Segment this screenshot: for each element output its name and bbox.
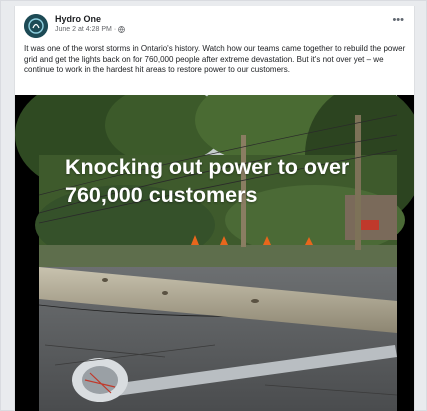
facebook-post-card: Hydro One June 2 at 4:28 PM · ••• It was…	[14, 6, 415, 411]
video-player[interactable]: Knocking out power to over 760,000 custo…	[15, 95, 414, 411]
page-name[interactable]: Hydro One	[55, 14, 101, 24]
meta-separator: ·	[113, 26, 117, 33]
video-headline-line-1: Knocking out power to over	[65, 155, 350, 179]
post-caption: It was one of the worst storms in Ontari…	[24, 44, 406, 74]
more-options-icon[interactable]: •••	[392, 15, 404, 26]
video-frame-storm-scene	[15, 95, 414, 411]
post-meta: June 2 at 4:28 PM ·	[55, 26, 126, 33]
globe-icon	[118, 26, 126, 33]
hydro-one-logo-icon	[24, 14, 48, 38]
post-timestamp[interactable]: June 2 at 4:28 PM	[55, 26, 112, 33]
video-headline: Knocking out power to over 760,000 custo…	[65, 153, 349, 209]
video-headline-line-2: 760,000 customers	[65, 183, 258, 207]
page-avatar[interactable]	[24, 14, 48, 38]
